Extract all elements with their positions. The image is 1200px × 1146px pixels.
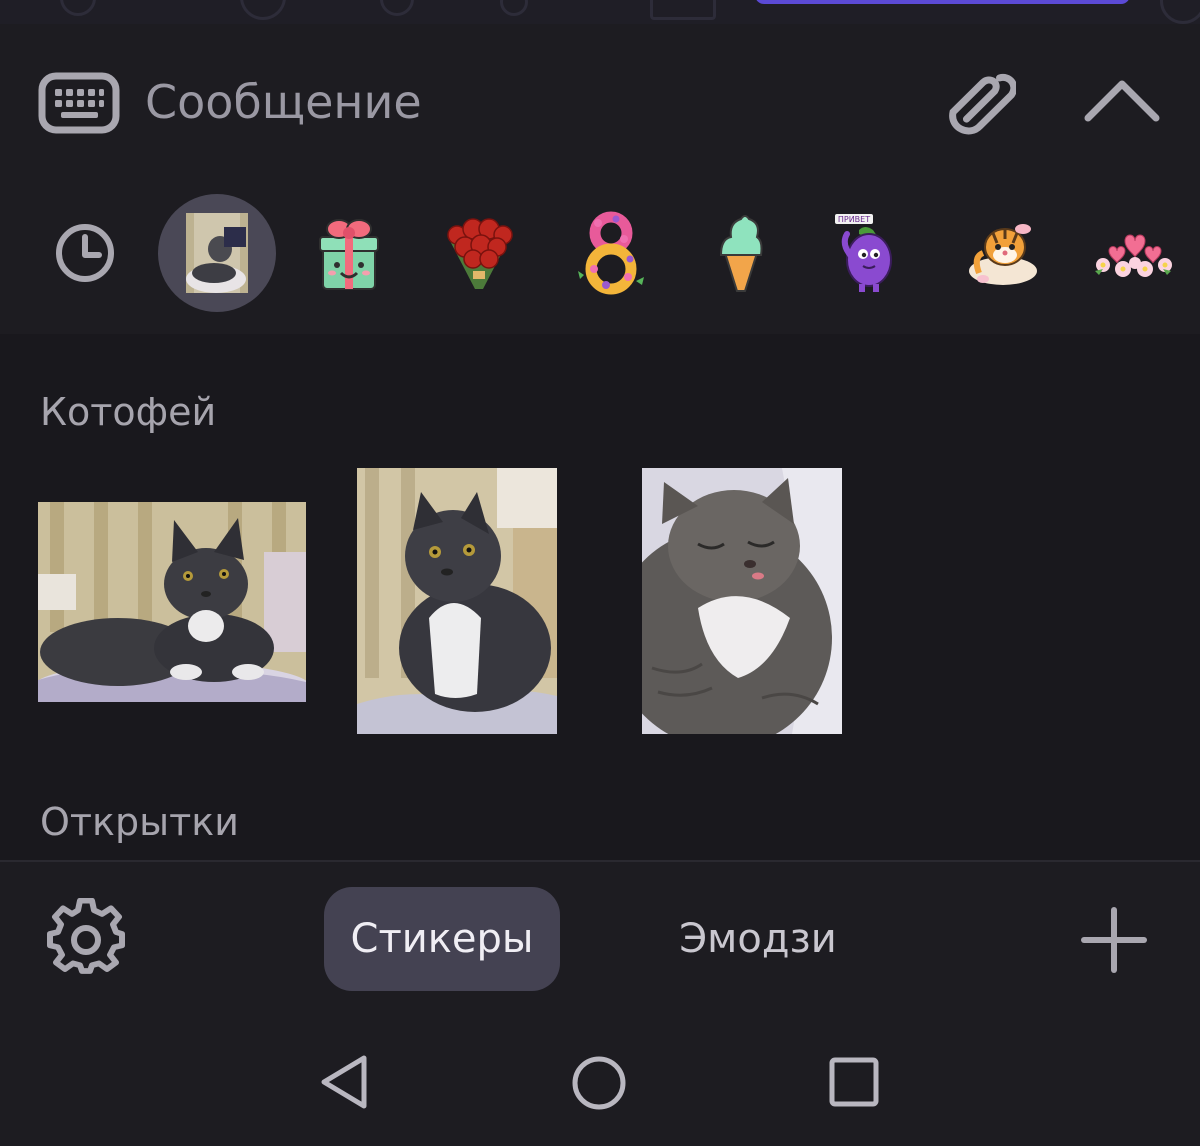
flower-eight-sticker <box>578 211 644 295</box>
tab-emoji[interactable]: Эмодзи <box>640 887 876 991</box>
section-title-otkrytki: Открытки <box>40 800 239 844</box>
pack-roses[interactable] <box>420 194 538 312</box>
back-triangle-icon[interactable] <box>318 1054 370 1110</box>
sticker-panel: Котофей Открытки <box>0 334 1200 860</box>
chat-wallpaper-strip <box>0 0 1200 24</box>
pack-march-8[interactable] <box>552 194 670 312</box>
home-circle-icon[interactable] <box>570 1054 628 1112</box>
pack-eggplant[interactable]: ПРИВЕТ <box>806 194 924 312</box>
wallpaper-doodle <box>500 0 528 16</box>
message-input[interactable] <box>145 74 845 130</box>
eggplant-sticker: ПРИВЕТ <box>835 214 892 292</box>
sticker-keyboard-bottom-bar: Стикеры Эмодзи <box>0 862 1200 1016</box>
tab-stickers[interactable]: Стикеры <box>324 887 560 991</box>
paperclip-icon[interactable] <box>940 62 1016 144</box>
pack-gift[interactable] <box>290 194 408 312</box>
sticker-cat-lying[interactable] <box>38 502 306 702</box>
wallpaper-doodle <box>380 0 414 16</box>
sticker-cat-sleeping[interactable] <box>642 468 842 734</box>
tab-stickers-label: Стикеры <box>350 916 534 962</box>
tab-emoji-label: Эмодзи <box>679 916 837 962</box>
wallpaper-doodle <box>650 0 716 20</box>
pack-ice-cream[interactable] <box>682 194 800 312</box>
pack-tiger[interactable] <box>944 194 1062 312</box>
cat-sitting-photo <box>357 468 557 734</box>
plus-icon[interactable] <box>1080 906 1148 974</box>
wallpaper-doodle <box>240 0 286 20</box>
ice-cream-sticker <box>719 215 763 292</box>
gift-box-sticker <box>319 219 379 290</box>
rose-bouquet-sticker <box>447 218 513 289</box>
pink-flowers-sticker <box>1095 234 1172 277</box>
wallpaper-doodle <box>1160 0 1200 24</box>
chevron-up-icon[interactable] <box>1082 76 1162 126</box>
cat-lying-photo <box>38 502 306 702</box>
pack-recent[interactable] <box>26 194 144 312</box>
pack-flowers[interactable] <box>1076 194 1194 312</box>
keyboard-icon[interactable] <box>38 72 120 134</box>
wallpaper-doodle <box>60 0 96 16</box>
svg-text:ПРИВЕТ: ПРИВЕТ <box>838 215 870 224</box>
cat-sleeping-photo <box>642 468 842 734</box>
sticker-cat-sitting[interactable] <box>357 468 557 734</box>
system-navigation-bar <box>0 1016 1200 1146</box>
message-composer <box>0 24 1200 174</box>
clock-icon <box>56 224 114 282</box>
gear-icon[interactable] <box>46 898 126 978</box>
cat-photo-thumbnail <box>186 213 248 293</box>
pack-kotofei[interactable] <box>158 194 276 312</box>
tiger-sticker <box>969 224 1037 285</box>
section-title-kotofei: Котофей <box>40 390 217 434</box>
sticker-pack-strip: ПРИВЕТ <box>0 174 1200 334</box>
message-bubble-edge <box>755 0 1130 4</box>
recents-square-icon[interactable] <box>828 1056 880 1108</box>
